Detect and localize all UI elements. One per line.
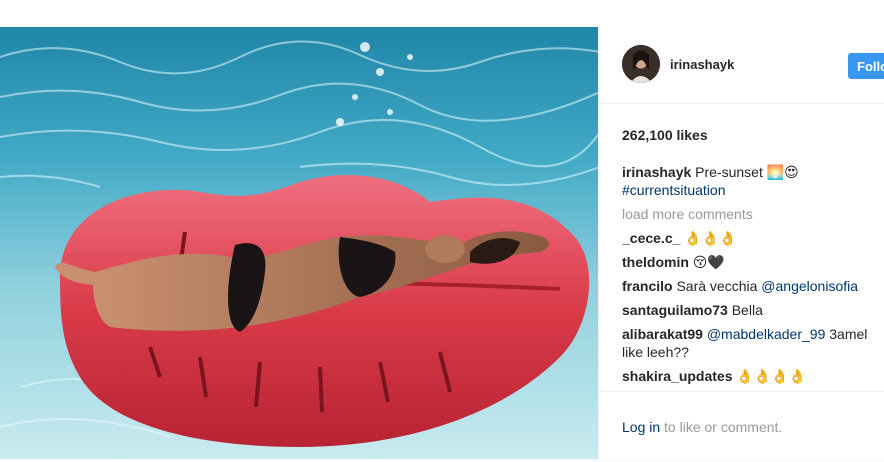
top-bar [0,0,884,28]
comment-text: Sarà vecchia [676,278,758,294]
load-more-comments-button[interactable]: load more comments [622,205,884,223]
login-prompt: Log in to like or comment. [622,419,782,435]
comment: theldomin 😚🖤 [622,253,872,271]
comment-text: Bella [731,302,763,318]
login-link[interactable]: Log in [622,419,660,435]
photo-illustration [0,27,598,459]
comment-username[interactable]: santaguilamo73 [622,302,728,318]
post-footer: Log in to like or comment. [599,391,884,460]
comment-text: 👌👌👌 [684,230,737,246]
comment: santaguilamo73 Bella [622,301,872,319]
comment-username[interactable]: theldomin [622,254,689,270]
mention-link[interactable]: @angelonisofia [761,278,858,294]
comment-username[interactable]: alibarakat99 [622,326,703,342]
avatar-image [622,45,660,83]
comment-text: Pre-sunset 🌅😍 [695,164,799,180]
caption: irinashayk Pre-sunset 🌅😍 #currentsituati… [622,163,872,199]
comment: alibarakat99 @mabdelkader_99 3amel like … [622,325,872,361]
comment-username[interactable]: _cece.c_ [622,230,680,246]
comment: shakira_updates 👌👌👌👌 [622,367,872,385]
avatar[interactable] [622,45,660,83]
comment-text: 😚🖤 [692,254,725,270]
mention-link[interactable]: @mabdelkader_99 [707,326,826,342]
comment-username[interactable]: shakira_updates [622,368,733,384]
comment: _cece.c_ 👌👌👌 [622,229,872,247]
comment: francilo Sarà vecchia @angelonisofia [622,277,872,295]
login-prompt-text: to like or comment. [664,419,783,435]
hashtag-link[interactable]: #currentsituation [622,182,726,198]
post-username[interactable]: irinashayk [670,57,734,72]
post-header: irinashayk Follo [599,27,884,104]
likes-count[interactable]: 262,100 likes [622,127,708,143]
comment-username[interactable]: francilo [622,278,673,294]
follow-button[interactable]: Follo [848,53,884,79]
post-photo[interactable] [0,27,598,459]
comments-list: irinashayk Pre-sunset 🌅😍 #currentsituati… [622,163,884,390]
post-panel: irinashayk Follo 262,100 likes irinashay… [598,27,884,459]
comment-text: 👌👌👌👌 [736,368,807,384]
comment-username[interactable]: irinashayk [622,164,691,180]
